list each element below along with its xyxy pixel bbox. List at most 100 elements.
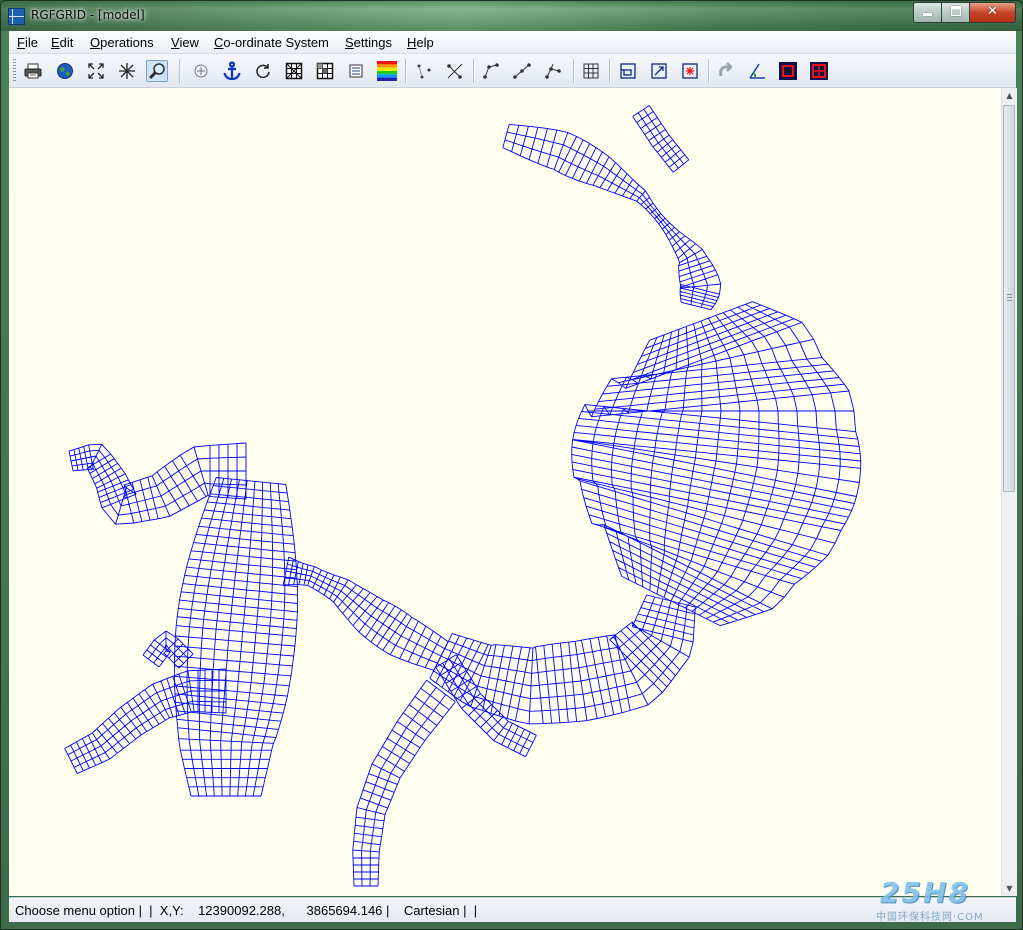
spline-move-icon bbox=[513, 63, 531, 79]
menu-view[interactable]: View bbox=[171, 35, 199, 50]
maximize-button[interactable] bbox=[941, 2, 970, 23]
grid-point-icon bbox=[682, 63, 698, 79]
spline-delete-button[interactable] bbox=[444, 60, 466, 82]
spline-insert-icon bbox=[483, 63, 499, 79]
toolbar-separator bbox=[405, 59, 406, 83]
app-grid-icon[interactable] bbox=[8, 8, 25, 25]
black-grid-box-icon bbox=[810, 62, 828, 80]
menu-settings-rest: ettings bbox=[353, 35, 392, 50]
menu-coordinate-rest: o-ordinate System bbox=[223, 35, 329, 50]
grid-segment bbox=[352, 679, 456, 887]
toolbar-separator bbox=[573, 59, 574, 83]
menu-bar: File Edit Operations View Co-ordinate Sy… bbox=[9, 31, 1016, 54]
menu-help[interactable]: Help bbox=[407, 35, 434, 50]
menu-coordinate-system[interactable]: Co-ordinate System bbox=[214, 35, 329, 50]
grid-orthogonalise-icon bbox=[651, 63, 667, 79]
undo-curve-button[interactable] bbox=[715, 60, 737, 82]
list-button[interactable] bbox=[345, 60, 367, 82]
refresh-icon bbox=[256, 64, 270, 79]
menu-view-rest: iew bbox=[179, 35, 199, 50]
black-grid-box-button[interactable] bbox=[808, 60, 830, 82]
menu-file[interactable]: File bbox=[17, 35, 38, 50]
scroll-thumb[interactable] bbox=[1003, 105, 1015, 492]
watermark: 25H8 中国环保科技网·COM bbox=[872, 876, 1022, 926]
menu-file-mnemonic: F bbox=[17, 35, 25, 50]
pan-crosshair-icon bbox=[194, 64, 208, 78]
print-icon bbox=[24, 63, 42, 79]
grid-segment bbox=[632, 105, 690, 173]
black-box-button[interactable] bbox=[777, 60, 799, 82]
zoom-extents-icon bbox=[88, 63, 104, 79]
watermark-logo: 25H8 bbox=[880, 876, 970, 909]
spline-delete-icon bbox=[447, 63, 463, 79]
print-button[interactable] bbox=[22, 60, 44, 82]
zoom-box-button[interactable] bbox=[146, 60, 168, 82]
menu-help-rest: elp bbox=[416, 35, 434, 50]
toolbar-separator bbox=[708, 59, 709, 83]
grid-orthogonalise-button[interactable] bbox=[648, 60, 670, 82]
grid-hatch-2-button[interactable] bbox=[314, 60, 336, 82]
menu-settings[interactable]: Settings bbox=[345, 35, 392, 50]
spline-points-button[interactable] bbox=[413, 60, 435, 82]
window-title: RGFGRID - [model] bbox=[31, 8, 145, 22]
close-icon: ✕ bbox=[987, 4, 998, 19]
grid-segment bbox=[429, 594, 696, 725]
grid-button[interactable] bbox=[580, 60, 602, 82]
minimize-icon bbox=[923, 13, 932, 16]
globe-button[interactable] bbox=[54, 60, 76, 82]
pan-crosshair-button[interactable] bbox=[190, 60, 212, 82]
scroll-up-arrow-icon[interactable]: ▲ bbox=[1002, 88, 1017, 103]
toolbar bbox=[9, 54, 1016, 88]
menu-edit-rest: dit bbox=[59, 35, 74, 50]
grid-icon bbox=[583, 63, 599, 79]
watermark-subtitle: 中国环保科技网·COM bbox=[876, 912, 984, 923]
menu-help-mnemonic: H bbox=[407, 35, 417, 50]
grid-segment bbox=[68, 442, 247, 525]
zoom-in-arrows-button[interactable] bbox=[116, 60, 138, 82]
spline-split-button[interactable] bbox=[542, 60, 564, 82]
list-icon bbox=[349, 64, 363, 78]
spline-split-icon bbox=[545, 63, 561, 79]
vertical-scrollbar[interactable]: ▲ ▼ bbox=[1001, 88, 1017, 896]
title-bar[interactable]: RGFGRID - [model] ✕ bbox=[1, 1, 1022, 31]
grid-canvas[interactable] bbox=[9, 88, 1001, 896]
black-box-icon bbox=[779, 62, 797, 80]
close-button[interactable]: ✕ bbox=[969, 2, 1016, 23]
refine-grid-button[interactable] bbox=[617, 60, 639, 82]
grid-segment bbox=[502, 123, 722, 311]
menu-operations-mnemonic: O bbox=[90, 35, 101, 50]
spline-move-button[interactable] bbox=[511, 60, 533, 82]
toolbar-separator bbox=[179, 59, 180, 83]
grid-point-button[interactable] bbox=[679, 60, 701, 82]
menu-operations-rest: perations bbox=[100, 35, 154, 50]
toolbar-grip[interactable] bbox=[13, 59, 16, 82]
axis-angle-icon bbox=[749, 63, 765, 79]
menu-edit[interactable]: Edit bbox=[51, 35, 73, 50]
grid-segment bbox=[173, 477, 298, 797]
menu-file-rest: ile bbox=[24, 35, 38, 50]
color-legend-button[interactable] bbox=[376, 60, 398, 82]
spline-insert-button[interactable] bbox=[480, 60, 502, 82]
status-bar: Choose menu option | | X,Y: 12390092.288… bbox=[9, 897, 1016, 922]
menu-operations[interactable]: Operations bbox=[90, 35, 154, 50]
grid-hatch-2-icon bbox=[316, 62, 334, 80]
curvilinear-grid-drawing bbox=[64, 105, 862, 887]
menu-settings-mnemonic: S bbox=[345, 35, 354, 50]
anchor-icon bbox=[223, 61, 241, 81]
zoom-extents-button[interactable] bbox=[85, 60, 107, 82]
grid-hatch-icon bbox=[285, 62, 303, 80]
refine-grid-icon bbox=[620, 63, 636, 79]
grid-hatch-button[interactable] bbox=[283, 60, 305, 82]
menu-edit-mnemonic: E bbox=[51, 35, 60, 50]
anchor-button[interactable] bbox=[221, 60, 243, 82]
spline-points-icon bbox=[417, 64, 431, 79]
axis-angle-button[interactable] bbox=[746, 60, 768, 82]
undo-curve-icon bbox=[719, 62, 733, 77]
status-text: Choose menu option | | X,Y: 12390092.288… bbox=[15, 903, 478, 918]
refresh-button[interactable] bbox=[252, 60, 274, 82]
color-legend-icon bbox=[377, 61, 397, 81]
grid-segment bbox=[571, 301, 862, 627]
scroll-grip bbox=[1007, 294, 1012, 301]
maximize-icon bbox=[950, 6, 961, 16]
minimize-button[interactable] bbox=[913, 2, 942, 23]
